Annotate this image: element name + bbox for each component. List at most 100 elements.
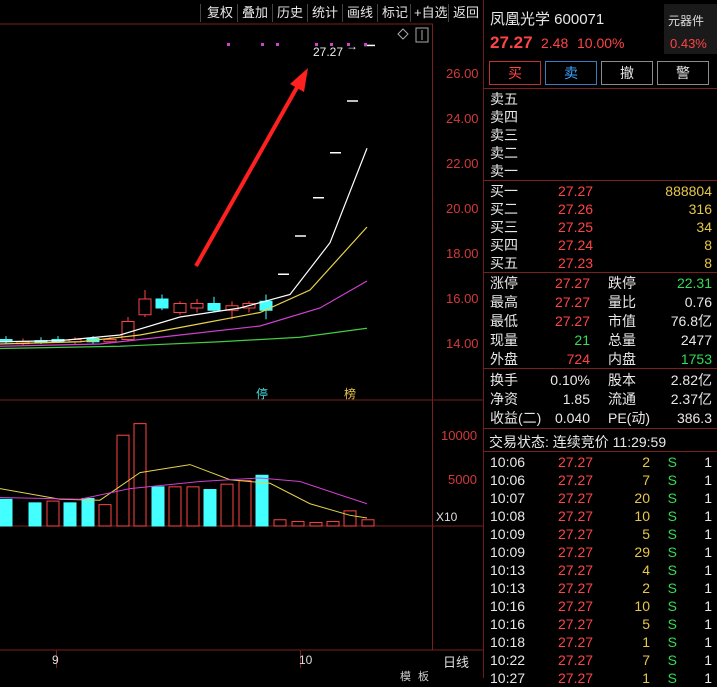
diamond-icon[interactable] [397, 28, 409, 40]
candlestick[interactable] [0, 336, 13, 344]
kline-chart-svg[interactable] [0, 0, 483, 678]
tick-count: 1 [704, 598, 712, 614]
volume-bar[interactable] [98, 504, 112, 527]
candlestick[interactable] [259, 294, 273, 320]
volume-bar[interactable] [168, 486, 182, 527]
stock-name-code: 凤凰光学 600071 [490, 11, 605, 28]
volume-bar[interactable] [309, 521, 323, 527]
rank-tag[interactable]: 榜 [344, 385, 356, 402]
ma10-line [0, 226, 368, 345]
stat-value: 2477 [680, 332, 712, 348]
candlestick[interactable] [138, 290, 152, 317]
toolbar-overlay-button[interactable]: 叠加 [242, 3, 268, 23]
sell-button[interactable]: 卖 [545, 61, 597, 85]
halt-tag[interactable]: 停 [256, 385, 268, 402]
fund-value: 1.85 [562, 391, 590, 407]
volume-bar[interactable] [151, 486, 165, 527]
volume-unit-label: X10 [436, 510, 458, 524]
tick-price: 27.27 [558, 562, 594, 578]
candlestick[interactable] [155, 294, 169, 311]
kline-chart-area[interactable]: 复权 叠加 历史 统计 画线 标记 +自选 返回 26.00 24.00 22.… [0, 0, 483, 683]
stat-value: 27.27 [554, 313, 590, 329]
period-label[interactable]: 日线 [443, 652, 469, 671]
tick-count: 1 [704, 490, 712, 506]
tick-time: 10:09 [490, 544, 526, 560]
tick-time: 10:22 [490, 652, 526, 668]
volume-bar[interactable] [186, 486, 200, 527]
template-label[interactable]: 板 [418, 668, 429, 684]
tick-row: 10:22 27.27 7 S 1 [490, 651, 712, 669]
toolbar-back-button[interactable]: 返回 [453, 3, 479, 23]
cancel-order-button[interactable]: 撤 [601, 61, 653, 85]
bid-volume: 8 [704, 255, 712, 271]
volume-bar[interactable] [238, 480, 252, 527]
volume-bar[interactable] [220, 483, 234, 527]
volume-bar[interactable] [273, 519, 287, 527]
date-label: 10 [299, 653, 313, 667]
ask-row: 卖四 [490, 109, 518, 125]
tick-price: 27.27 [558, 580, 594, 596]
volume-bar[interactable] [46, 500, 60, 527]
sector-pct: 0.43% [670, 36, 707, 51]
tick-count: 1 [704, 454, 712, 470]
ma20-line [0, 280, 368, 347]
stat-value: 724 [566, 351, 590, 367]
alert-button[interactable]: 警 [657, 61, 709, 85]
toolbar-add-watchlist-button[interactable]: +自选 [414, 3, 448, 23]
tick-row: 10:18 27.27 1 S 1 [490, 633, 712, 651]
volume-bar[interactable] [28, 502, 42, 527]
tick-price: 27.27 [558, 544, 594, 560]
tick-time: 10:06 [490, 454, 526, 470]
volume-bar[interactable] [116, 434, 130, 527]
tick-side: S [667, 616, 677, 632]
stat-label: 市值 [608, 313, 636, 329]
candlestick[interactable] [190, 299, 204, 313]
bid-volume: 8 [704, 237, 712, 253]
sector-box[interactable]: 元器件 0.43% [664, 4, 717, 54]
fund-label: 股本 [608, 372, 636, 388]
candlestick[interactable] [121, 317, 135, 342]
tick-price: 27.27 [558, 634, 594, 650]
volume-bar[interactable] [343, 510, 357, 527]
tick-count: 1 [704, 634, 712, 650]
volume-bar[interactable] [81, 497, 95, 527]
tick-count: 1 [704, 526, 712, 542]
volume-bar[interactable] [133, 423, 147, 527]
tick-time: 10:18 [490, 634, 526, 650]
toolbar-fuquan-button[interactable]: 复权 [207, 3, 233, 23]
tick-time: 10:13 [490, 580, 526, 596]
volume-bar[interactable] [326, 521, 340, 527]
stat-value: 27.27 [554, 275, 590, 291]
buy-button[interactable]: 买 [489, 61, 541, 85]
tick-count: 1 [704, 580, 712, 596]
volume-bar[interactable] [63, 502, 77, 527]
stat-value: 21 [574, 332, 590, 348]
stat-value: 22.31 [676, 275, 712, 291]
tick-row: 10:07 27.27 20 S 1 [490, 489, 712, 507]
bid-row: 买二 27.26 316 [490, 200, 712, 218]
fund-label: 流通 [608, 391, 636, 407]
volume-bar[interactable] [0, 498, 13, 527]
stat-row: 最高 27.27 量比 0.76 [490, 293, 712, 311]
candlestick[interactable] [173, 301, 187, 315]
toolbar-history-button[interactable]: 历史 [277, 3, 303, 23]
bid-volume: 316 [688, 201, 712, 217]
volume-bar[interactable] [361, 519, 375, 527]
volume-bar[interactable] [291, 521, 305, 527]
toolbar-mark-button[interactable]: 标记 [382, 3, 408, 23]
volume-ma10-line [0, 477, 368, 505]
stat-label: 跌停 [608, 275, 636, 291]
candlestick[interactable] [207, 296, 221, 313]
tick-price: 27.27 [558, 454, 594, 470]
fund-value: 2.37亿 [670, 391, 712, 407]
tick-volume: 2 [642, 454, 650, 470]
volume-bar[interactable] [203, 489, 217, 527]
toolbar-stats-button[interactable]: 统计 [312, 3, 338, 23]
tick-volume: 10 [634, 508, 650, 524]
tick-volume: 1 [642, 634, 650, 650]
toolbar-draw-button[interactable]: 画线 [347, 3, 373, 23]
tick-time: 10:06 [490, 472, 526, 488]
tick-side: S [667, 490, 677, 506]
fund-label: 收益(二) [490, 410, 542, 426]
template-label[interactable]: 模 [400, 668, 411, 684]
